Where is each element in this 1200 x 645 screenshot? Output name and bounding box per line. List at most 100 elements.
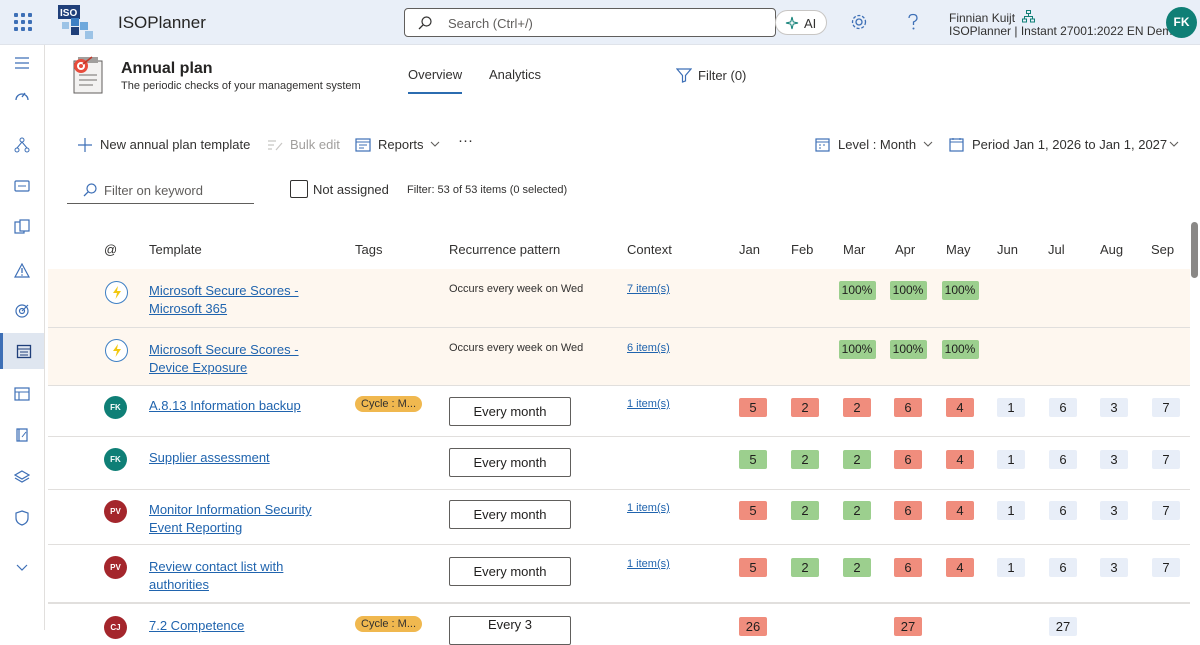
column-header-recurrence[interactable]: Recurrence pattern: [449, 242, 560, 257]
month-cell[interactable]: 5: [739, 501, 767, 520]
help-icon[interactable]: [905, 13, 921, 31]
reports-dropdown-button[interactable]: Reports: [355, 137, 440, 152]
recurrence-button[interactable]: Every month: [449, 397, 571, 426]
library-icon[interactable]: [0, 417, 44, 453]
month-cell[interactable]: 2: [791, 450, 819, 469]
month-cell[interactable]: 2: [843, 501, 871, 520]
column-header-context[interactable]: Context: [627, 242, 672, 257]
context-link[interactable]: 1 item(s): [627, 398, 670, 410]
month-cell[interactable]: 6: [1049, 558, 1077, 577]
column-header-tags[interactable]: Tags: [355, 242, 382, 257]
column-header-template[interactable]: Template: [149, 242, 202, 257]
month-cell[interactable]: 100%: [941, 281, 979, 300]
tab-overview[interactable]: Overview: [408, 67, 463, 94]
month-cell[interactable]: 27: [894, 617, 922, 636]
organization-icon[interactable]: [0, 127, 44, 163]
app-launcher-icon[interactable]: [13, 12, 33, 32]
month-cell[interactable]: 7: [1152, 501, 1180, 520]
objectives-target-icon[interactable]: [0, 293, 44, 329]
month-cell[interactable]: 1: [997, 450, 1025, 469]
month-cell[interactable]: 2: [843, 450, 871, 469]
month-cell[interactable]: 2: [843, 558, 871, 577]
month-cell[interactable]: 2: [791, 558, 819, 577]
template-link[interactable]: Review contact list with authorities: [149, 558, 339, 594]
month-cell[interactable]: 6: [1049, 501, 1077, 520]
month-cell[interactable]: 7: [1152, 450, 1180, 469]
top-bar: ISO ISOPlanner Search (Ctrl+/) AI Finnia…: [0, 0, 1200, 45]
annual-plan-icon[interactable]: [0, 333, 44, 369]
month-cell[interactable]: 4: [946, 450, 974, 469]
month-cell[interactable]: 1: [997, 558, 1025, 577]
more-options-button[interactable]: ···: [458, 132, 473, 149]
month-cell[interactable]: 6: [894, 450, 922, 469]
month-cell[interactable]: 100%: [838, 340, 876, 359]
month-cell[interactable]: 6: [894, 398, 922, 417]
month-cell[interactable]: 3: [1100, 558, 1128, 577]
month-cell[interactable]: 2: [791, 398, 819, 417]
template-link[interactable]: A.8.13 Information backup: [149, 397, 339, 415]
month-cell[interactable]: 4: [946, 501, 974, 520]
context-link[interactable]: 7 item(s): [627, 283, 670, 295]
month-cell[interactable]: 100%: [889, 281, 927, 300]
new-annual-plan-template-button[interactable]: New annual plan template: [77, 137, 250, 152]
month-cell[interactable]: 6: [1049, 398, 1077, 417]
month-cell[interactable]: 2: [791, 501, 819, 520]
month-cell[interactable]: 26: [739, 617, 767, 636]
template-link[interactable]: Supplier assessment: [149, 449, 339, 467]
hamburger-menu-icon[interactable]: [0, 45, 44, 81]
controls-shield-icon[interactable]: [0, 500, 44, 536]
template-link[interactable]: Microsoft Secure Scores - Microsoft 365: [149, 282, 339, 318]
settings-gear-icon[interactable]: [850, 13, 868, 31]
month-cell[interactable]: 2: [843, 398, 871, 417]
column-header-month: Sep: [1151, 242, 1175, 257]
context-link[interactable]: 1 item(s): [627, 558, 670, 570]
template-link[interactable]: Microsoft Secure Scores - Device Exposur…: [149, 341, 339, 377]
month-cell[interactable]: 4: [946, 398, 974, 417]
month-cell[interactable]: 100%: [838, 281, 876, 300]
level-dropdown[interactable]: Level : Month: [815, 137, 933, 152]
month-cell[interactable]: 7: [1152, 558, 1180, 577]
keyword-filter-input[interactable]: Filter on keyword: [67, 177, 254, 204]
recurrence-button[interactable]: Every month: [449, 448, 571, 477]
tasks-list-icon[interactable]: [0, 376, 44, 412]
recurrence-button[interactable]: Every 3: [449, 616, 571, 645]
month-cell[interactable]: 5: [739, 558, 767, 577]
column-header-owner[interactable]: @: [104, 242, 117, 257]
standards-layers-icon[interactable]: [0, 459, 44, 495]
assets-icon[interactable]: [0, 168, 44, 204]
month-cell[interactable]: 3: [1100, 398, 1128, 417]
context-link[interactable]: 1 item(s): [627, 502, 670, 514]
month-cell[interactable]: 6: [1049, 450, 1077, 469]
tag-pill[interactable]: Cycle : M...: [355, 396, 422, 412]
month-cell[interactable]: 100%: [941, 340, 979, 359]
month-cell[interactable]: 6: [894, 558, 922, 577]
month-cell[interactable]: 27: [1049, 617, 1077, 636]
documents-icon[interactable]: [0, 209, 44, 245]
recurrence-button[interactable]: Every month: [449, 500, 571, 529]
expand-chevron-down-icon[interactable]: [0, 550, 44, 586]
period-dropdown[interactable]: Period Jan 1, 2026 to Jan 1, 2027: [949, 137, 1179, 152]
template-link[interactable]: Monitor Information Security Event Repor…: [149, 501, 339, 537]
bulk-edit-button[interactable]: Bulk edit: [267, 137, 340, 152]
vertical-scrollbar[interactable]: [1191, 222, 1198, 278]
template-link[interactable]: 7.2 Competence: [149, 617, 339, 635]
month-cell[interactable]: 1: [997, 501, 1025, 520]
month-cell[interactable]: 1: [997, 398, 1025, 417]
user-avatar[interactable]: FK: [1166, 7, 1197, 38]
month-cell[interactable]: 5: [739, 450, 767, 469]
risks-warning-icon[interactable]: [0, 252, 44, 288]
month-cell[interactable]: 4: [946, 558, 974, 577]
month-cell[interactable]: 6: [894, 501, 922, 520]
context-link[interactable]: 6 item(s): [627, 342, 670, 354]
dashboard-icon[interactable]: [0, 78, 44, 114]
not-assigned-checkbox[interactable]: [290, 180, 308, 198]
month-cell[interactable]: 3: [1100, 450, 1128, 469]
search-box[interactable]: Search (Ctrl+/): [404, 8, 776, 37]
month-cell[interactable]: 7: [1152, 398, 1180, 417]
month-cell[interactable]: 5: [739, 398, 767, 417]
month-cell[interactable]: 3: [1100, 501, 1128, 520]
recurrence-button[interactable]: Every month: [449, 557, 571, 586]
ai-button[interactable]: AI: [775, 10, 827, 35]
tab-analytics[interactable]: Analytics: [489, 67, 541, 82]
month-cell[interactable]: 100%: [889, 340, 927, 359]
